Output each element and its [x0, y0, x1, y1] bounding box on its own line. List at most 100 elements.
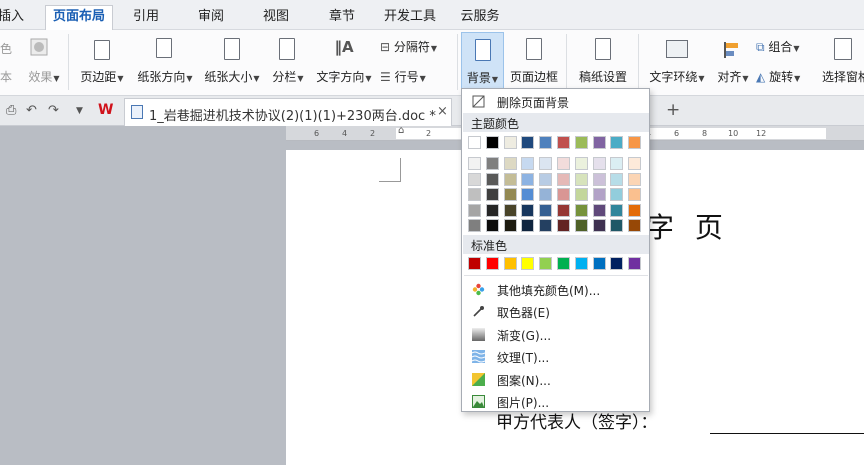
- eyedropper-item[interactable]: 取色器(E): [462, 301, 649, 323]
- picture-item[interactable]: 图片(P)...: [462, 391, 649, 413]
- theme-shade-swatch[interactable]: [539, 203, 553, 217]
- theme-shade-swatch[interactable]: [485, 157, 499, 170]
- theme-shade-swatch[interactable]: [557, 203, 570, 217]
- close-tab-icon[interactable]: ×: [437, 104, 448, 119]
- theme-shade-swatch[interactable]: [503, 157, 517, 170]
- redo-icon[interactable]: ↷: [48, 103, 59, 118]
- draft-paper-button[interactable]: 稿纸设置: [572, 32, 634, 92]
- theme-shade-swatch[interactable]: [539, 172, 553, 186]
- tab-cloud[interactable]: 云服务: [453, 6, 507, 30]
- gradient-item[interactable]: 渐变(G)...: [462, 324, 649, 346]
- theme-color-swatch[interactable]: [557, 136, 570, 149]
- theme-color-swatch[interactable]: [503, 136, 517, 149]
- quick-access-dropdown-icon[interactable]: ▼: [76, 106, 83, 116]
- theme-shade-swatch[interactable]: [485, 188, 499, 201]
- remove-background-item[interactable]: 删除页面背景: [462, 91, 649, 113]
- text-wrap-button[interactable]: 文字环绕▼: [644, 32, 710, 92]
- theme-shade-swatch[interactable]: [503, 172, 517, 186]
- theme-shade-swatch[interactable]: [628, 188, 642, 201]
- theme-shade-swatch[interactable]: [610, 188, 624, 201]
- standard-color-swatch[interactable]: [539, 257, 553, 270]
- standard-color-swatch[interactable]: [521, 257, 535, 270]
- theme-shade-swatch[interactable]: [557, 157, 570, 170]
- theme-color-swatch[interactable]: [521, 136, 535, 149]
- theme-shade-swatch[interactable]: [521, 188, 535, 201]
- theme-shade-swatch[interactable]: [557, 188, 570, 201]
- align-button[interactable]: 对齐▼: [712, 32, 754, 92]
- theme-shade-swatch[interactable]: [485, 172, 499, 186]
- standard-color-swatch[interactable]: [485, 257, 499, 270]
- theme-shade-swatch[interactable]: [521, 157, 535, 170]
- theme-shade-swatch[interactable]: [485, 219, 499, 232]
- document-tab[interactable]: 1_岩巷掘进机技术协议(2)(1)(1)+230两台.doc * ×: [124, 98, 452, 126]
- background-button[interactable]: 背景▼: [461, 32, 504, 92]
- standard-color-swatch[interactable]: [628, 257, 642, 270]
- paper-size-button[interactable]: 纸张大小▼: [200, 32, 264, 92]
- theme-shade-swatch[interactable]: [574, 188, 588, 201]
- page-break-button[interactable]: ⊟ 分隔符▼: [380, 36, 452, 58]
- standard-color-swatch[interactable]: [468, 257, 481, 270]
- theme-shade-swatch[interactable]: [539, 188, 553, 201]
- tab-developer[interactable]: 开发工具: [378, 6, 442, 30]
- theme-shade-swatch[interactable]: [574, 157, 588, 170]
- theme-color-swatch[interactable]: [485, 136, 499, 149]
- standard-color-swatch[interactable]: [574, 257, 588, 270]
- theme-shade-swatch[interactable]: [539, 157, 553, 170]
- partial-body-button[interactable]: 本: [0, 66, 20, 86]
- theme-shade-swatch[interactable]: [468, 157, 481, 170]
- theme-shade-swatch[interactable]: [574, 172, 588, 186]
- standard-color-swatch[interactable]: [557, 257, 570, 270]
- theme-shade-swatch[interactable]: [592, 219, 606, 232]
- theme-shade-swatch[interactable]: [610, 203, 624, 217]
- tab-chapter[interactable]: 章节: [320, 6, 364, 30]
- print-preview-icon[interactable]: ⎙: [6, 103, 16, 118]
- theme-shade-swatch[interactable]: [468, 219, 481, 232]
- text-direction-button[interactable]: ‖A 文字方向▼: [312, 32, 376, 92]
- theme-shade-swatch[interactable]: [592, 157, 606, 170]
- theme-shade-swatch[interactable]: [521, 203, 535, 217]
- theme-shade-swatch[interactable]: [592, 188, 606, 201]
- page-border-button[interactable]: 页面边框: [506, 32, 562, 92]
- tab-page-layout[interactable]: 页面布局: [45, 5, 113, 31]
- tab-review[interactable]: 审阅: [189, 6, 233, 30]
- theme-color-swatch[interactable]: [468, 136, 481, 149]
- theme-shade-swatch[interactable]: [592, 172, 606, 186]
- theme-shade-swatch[interactable]: [628, 219, 642, 232]
- orientation-button[interactable]: 纸张方向▼: [132, 32, 198, 92]
- margins-button[interactable]: 页边距▼: [74, 32, 130, 92]
- theme-shade-swatch[interactable]: [610, 219, 624, 232]
- group-button[interactable]: ⧉ 组合▼: [756, 36, 814, 58]
- theme-shade-swatch[interactable]: [628, 157, 642, 170]
- texture-item[interactable]: 纹理(T)...: [462, 346, 649, 368]
- line-number-button[interactable]: ☰ 行号▼: [380, 66, 452, 88]
- tab-view[interactable]: 视图: [254, 6, 298, 30]
- theme-color-swatch[interactable]: [539, 136, 553, 149]
- theme-color-swatch[interactable]: [592, 136, 606, 149]
- theme-shade-swatch[interactable]: [539, 219, 553, 232]
- standard-color-swatch[interactable]: [610, 257, 624, 270]
- theme-shade-swatch[interactable]: [557, 172, 570, 186]
- columns-button[interactable]: 分栏▼: [266, 32, 310, 92]
- theme-shade-swatch[interactable]: [610, 172, 624, 186]
- theme-shade-swatch[interactable]: [468, 172, 481, 186]
- theme-shade-swatch[interactable]: [574, 203, 588, 217]
- standard-color-swatch[interactable]: [592, 257, 606, 270]
- theme-color-swatch[interactable]: [628, 136, 642, 149]
- new-tab-button[interactable]: +: [666, 100, 680, 120]
- standard-color-swatch[interactable]: [503, 257, 517, 270]
- theme-shade-swatch[interactable]: [521, 219, 535, 232]
- theme-shade-swatch[interactable]: [610, 157, 624, 170]
- selection-pane-button[interactable]: 选择窗格: [818, 32, 864, 92]
- theme-shade-swatch[interactable]: [592, 203, 606, 217]
- ruler-indent-marker-icon[interactable]: ⌂: [398, 125, 404, 136]
- undo-icon[interactable]: ↶: [26, 103, 37, 118]
- pattern-item[interactable]: 图案(N)...: [462, 369, 649, 391]
- effect-button[interactable]: 效果▼: [22, 66, 66, 86]
- tab-insert[interactable]: 插入: [0, 6, 26, 30]
- theme-shade-swatch[interactable]: [557, 219, 570, 232]
- theme-shade-swatch[interactable]: [574, 219, 588, 232]
- theme-shade-swatch[interactable]: [503, 203, 517, 217]
- theme-color-swatch[interactable]: [610, 136, 624, 149]
- theme-shade-swatch[interactable]: [628, 203, 642, 217]
- theme-shade-swatch[interactable]: [628, 172, 642, 186]
